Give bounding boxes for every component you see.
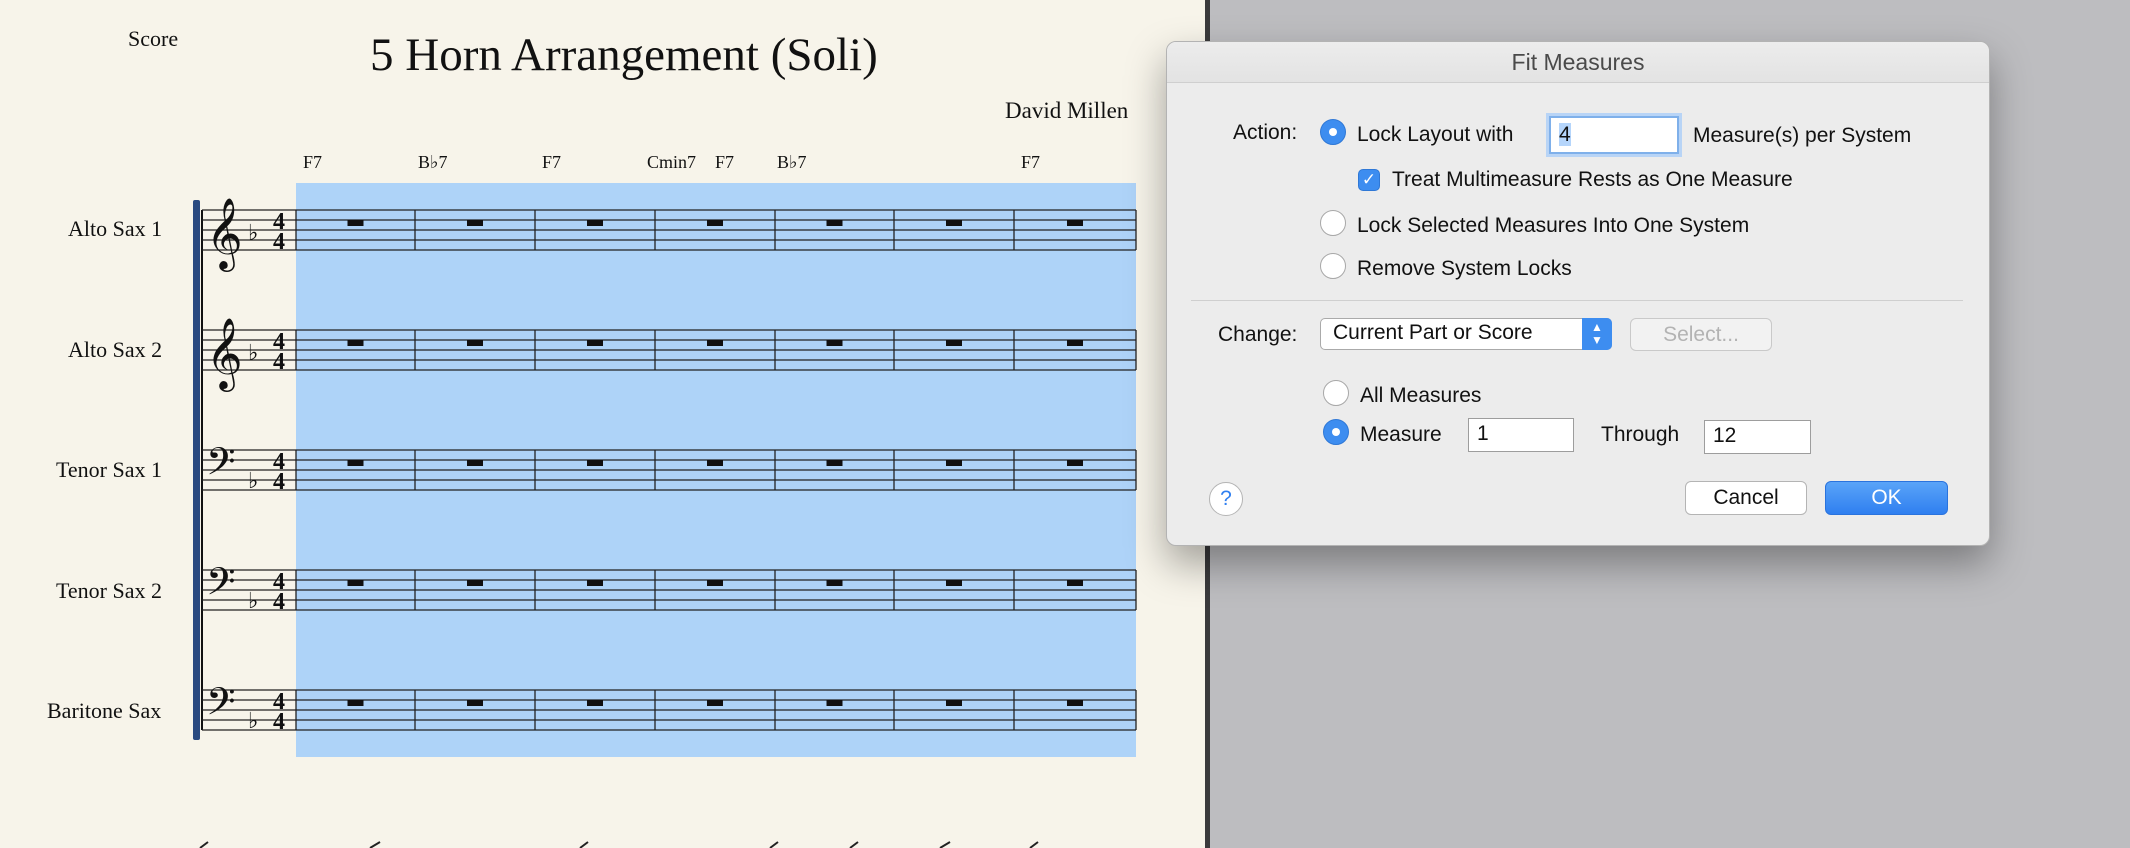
time-signature-bottom: 4: [273, 229, 285, 255]
whole-rest-icon: [467, 460, 483, 466]
treble-clef-icon: 𝄞: [206, 316, 243, 392]
whole-rest-icon: [946, 580, 962, 586]
flat-icon: ♭: [248, 589, 258, 614]
whole-rest-icon: [347, 700, 364, 706]
bass-clef-icon: 𝄢: [206, 439, 236, 493]
whole-rest-icon: [587, 460, 603, 466]
whole-rest-icon: [707, 220, 723, 226]
measures-per-system-field[interactable]: 4: [1549, 116, 1679, 154]
whole-rest-icon: [347, 460, 364, 466]
next-system-marks: [199, 841, 1039, 848]
lock-selected-radio[interactable]: [1320, 210, 1346, 236]
whole-rest-icon: [1067, 700, 1083, 706]
measure-to-field[interactable]: 12: [1704, 420, 1811, 454]
whole-rest-icon: [1067, 340, 1083, 346]
whole-rest-icon: [826, 580, 843, 586]
whole-rest-icon: [467, 340, 483, 346]
whole-rest-icon: [946, 340, 962, 346]
whole-rest-icon: [707, 580, 723, 586]
remove-locks-radio[interactable]: [1320, 253, 1346, 279]
measure-from-field[interactable]: 1: [1468, 418, 1574, 452]
change-value: Current Part or Score: [1333, 321, 1533, 344]
whole-rest-icon: [707, 700, 723, 706]
measure-label[interactable]: Measure: [1360, 423, 1442, 447]
whole-rest-icon: [587, 340, 603, 346]
whole-rest-icon: [707, 460, 723, 466]
flat-icon: ♭: [248, 469, 258, 494]
whole-rest-icon: [587, 580, 603, 586]
whole-rest-icon: [347, 340, 364, 346]
bass-clef-icon: 𝄢: [206, 679, 236, 733]
all-measures-label[interactable]: All Measures: [1360, 384, 1481, 408]
field-value: 4: [1559, 123, 1571, 146]
flat-icon: ♭: [248, 709, 258, 734]
whole-rest-icon: [1067, 220, 1083, 226]
whole-rest-icon: [946, 460, 962, 466]
time-signature-bottom: 4: [273, 469, 285, 495]
whole-rest-icon: [467, 700, 483, 706]
change-label: Change:: [1218, 323, 1298, 346]
lock-selected-label[interactable]: Lock Selected Measures Into One System: [1357, 214, 1749, 238]
time-signature-bottom: 4: [273, 709, 285, 735]
whole-rest-icon: [826, 700, 843, 706]
whole-rest-icon: [826, 220, 843, 226]
whole-rest-icon: [946, 220, 962, 226]
select-button[interactable]: Select...: [1630, 318, 1772, 351]
chevron-updown-icon: ▲ ▼: [1582, 318, 1612, 350]
whole-rest-icon: [467, 580, 483, 586]
treat-multimeasure-label[interactable]: Treat Multimeasure Rests as One Measure: [1392, 168, 1793, 192]
treat-multimeasure-checkbox[interactable]: ✓: [1358, 169, 1380, 191]
ok-button[interactable]: OK: [1825, 481, 1948, 515]
action-label: Action:: [1233, 121, 1298, 144]
lock-layout-radio[interactable]: [1320, 119, 1346, 145]
flat-icon: ♭: [248, 341, 258, 366]
whole-rest-icon: [826, 460, 843, 466]
whole-rest-icon: [1067, 580, 1083, 586]
whole-rest-icon: [347, 220, 364, 226]
separator: [1191, 300, 1963, 301]
whole-rest-icon: [946, 700, 962, 706]
staff-system[interactable]: 𝄞 ♭ 44𝄞 ♭ 44𝄢 ♭44𝄢 ♭44𝄢 ♭44: [0, 0, 1205, 848]
score-page[interactable]: Score 5 Horn Arrangement (Soli) David Mi…: [0, 0, 1205, 848]
whole-rest-icon: [467, 220, 483, 226]
remove-locks-label[interactable]: Remove System Locks: [1357, 257, 1572, 281]
through-label: Through: [1601, 423, 1680, 446]
whole-rest-icon: [1067, 460, 1083, 466]
whole-rest-icon: [347, 580, 364, 586]
cancel-button[interactable]: Cancel: [1685, 481, 1807, 515]
lock-layout-label[interactable]: Lock Layout with: [1357, 123, 1513, 147]
whole-rest-icon: [587, 700, 603, 706]
whole-rest-icon: [587, 220, 603, 226]
measure-range-radio[interactable]: [1323, 419, 1349, 445]
whole-rest-icon: [707, 340, 723, 346]
time-signature-bottom: 4: [273, 589, 285, 615]
whole-rest-icon: [826, 340, 843, 346]
all-measures-radio[interactable]: [1323, 380, 1349, 406]
dialog-title: Fit Measures: [1167, 42, 1989, 83]
bass-clef-icon: 𝄢: [206, 559, 236, 613]
flat-icon: ♭: [248, 221, 258, 246]
help-button[interactable]: ?: [1209, 482, 1243, 516]
treble-clef-icon: 𝄞: [206, 196, 243, 272]
measures-per-system-label: Measure(s) per System: [1693, 124, 1912, 147]
fit-measures-dialog: Fit Measures Action: Lock Layout with 4 …: [1166, 41, 1990, 546]
time-signature-bottom: 4: [273, 349, 285, 375]
change-popup[interactable]: Current Part or Score ▲ ▼: [1320, 318, 1612, 350]
